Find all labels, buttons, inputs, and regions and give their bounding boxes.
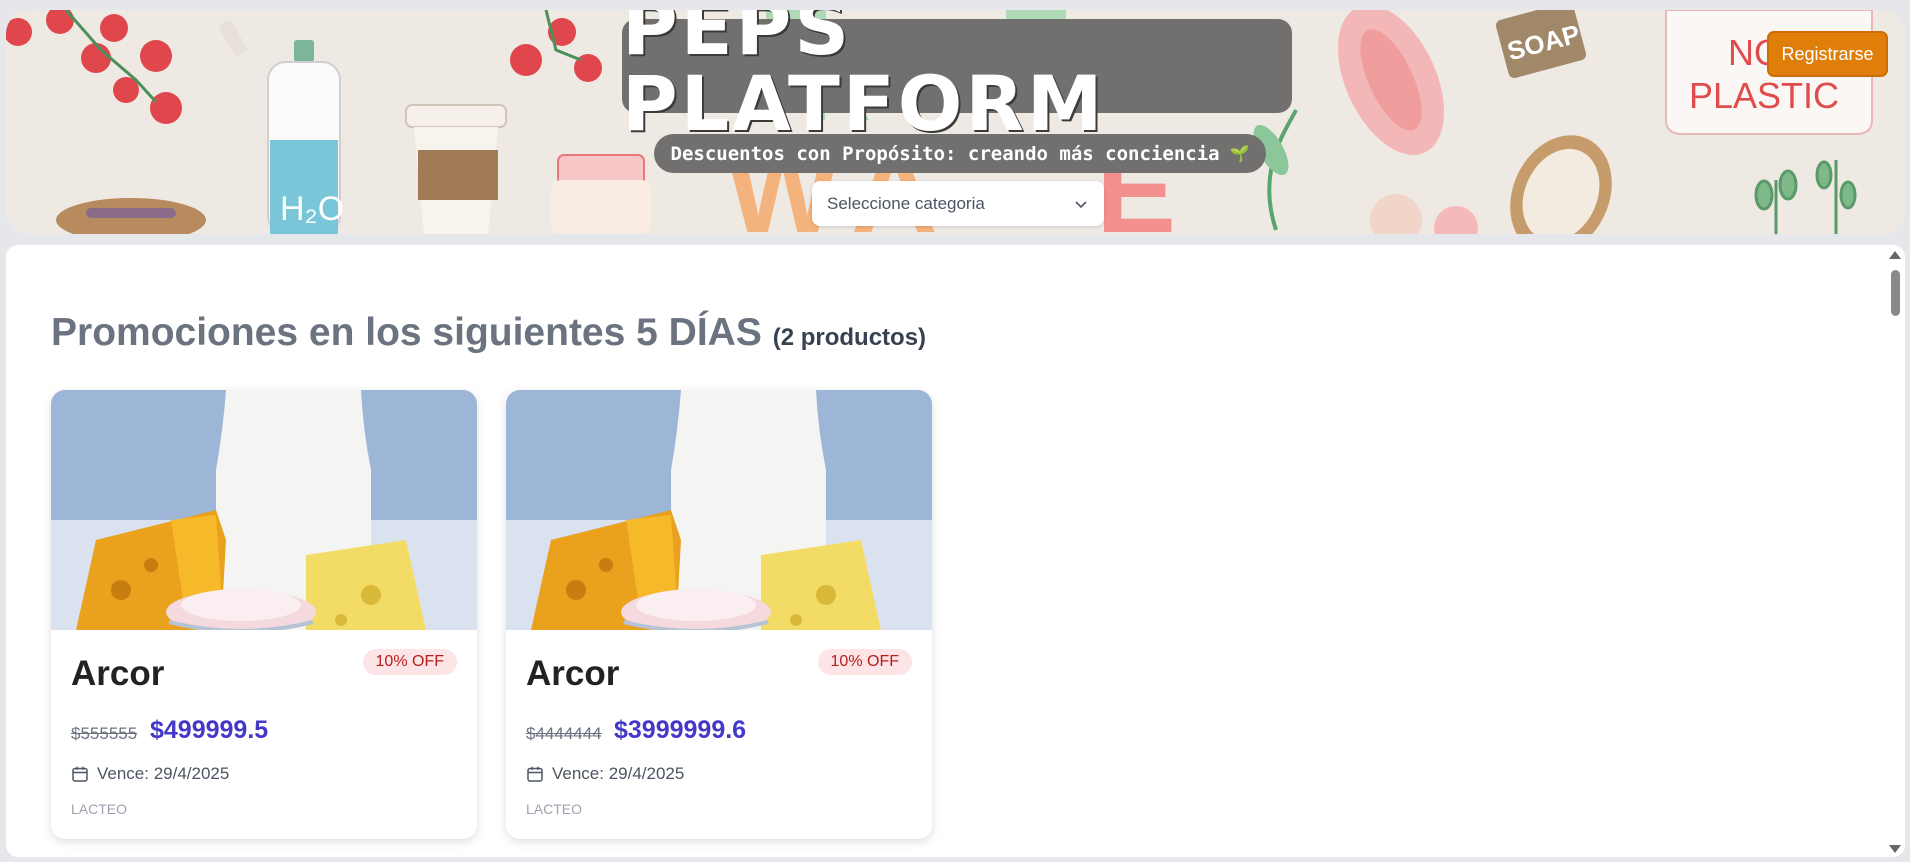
section-title-text: Promociones en los siguientes 5 DÍAS: [51, 311, 762, 354]
scroll-thumb[interactable]: [1891, 270, 1900, 316]
discount-badge: 10% OFF: [817, 649, 912, 675]
section-count: (2 productos): [772, 324, 927, 351]
discounted-price: $3999999.6: [614, 716, 747, 744]
scroll-down-arrow-icon[interactable]: [1889, 845, 1901, 853]
expiry-row: Vence: 29/4/2025: [526, 764, 684, 784]
scrollbar[interactable]: [1885, 245, 1905, 857]
sprout-icon: 🌱: [1229, 144, 1250, 163]
product-name: Arcor: [71, 654, 165, 693]
product-image: [506, 390, 932, 630]
original-price: $555555: [71, 724, 138, 743]
svg-text:H₂O: H₂O: [280, 190, 344, 228]
product-card[interactable]: Arcor 10% OFF $555555 $499999.5 Vence: 2…: [51, 390, 477, 839]
expiry-date: Vence: 29/4/2025: [97, 764, 230, 783]
title-banner: PEPS PLATFORM: [622, 10, 1292, 142]
product-category: LACTEO: [526, 801, 583, 817]
calendar-icon: [72, 766, 88, 782]
calendar-icon: [527, 766, 543, 782]
subtitle-banner: Descuentos con Propósito: creando más co…: [654, 134, 1266, 173]
category-select[interactable]: Seleccione categoria: [812, 181, 1104, 226]
product-category: LACTEO: [71, 801, 128, 817]
expiry-row: Vence: 29/4/2025: [71, 764, 229, 784]
scroll-up-arrow-icon[interactable]: [1889, 251, 1901, 259]
expiry-date: Vence: 29/4/2025: [552, 764, 685, 783]
register-button[interactable]: Registrarse: [1767, 31, 1888, 77]
product-card[interactable]: Arcor 10% OFF $4444444 $3999999.6 Vence:…: [506, 390, 932, 839]
product-name: Arcor: [526, 654, 620, 693]
main-panel: Promociones en los siguientes 5 DÍAS (2 …: [6, 245, 1905, 857]
original-price: $4444444: [526, 724, 602, 743]
page-title: PEPS PLATFORM: [622, 10, 1106, 148]
category-select-value: Seleccione categoria: [827, 193, 985, 213]
chevron-down-icon: [1075, 200, 1087, 208]
product-image: [51, 390, 477, 630]
svg-text:PLASTIC: PLASTIC: [1689, 75, 1839, 116]
discount-badge: 10% OFF: [362, 649, 457, 675]
section-title: Promociones en los siguientes 5 DÍAS (2 …: [51, 311, 926, 355]
subtitle: Descuentos con Propósito: creando más co…: [670, 142, 1220, 165]
discounted-price: $499999.5: [150, 716, 269, 744]
hero-banner: W A E R H₂O: [6, 10, 1905, 234]
